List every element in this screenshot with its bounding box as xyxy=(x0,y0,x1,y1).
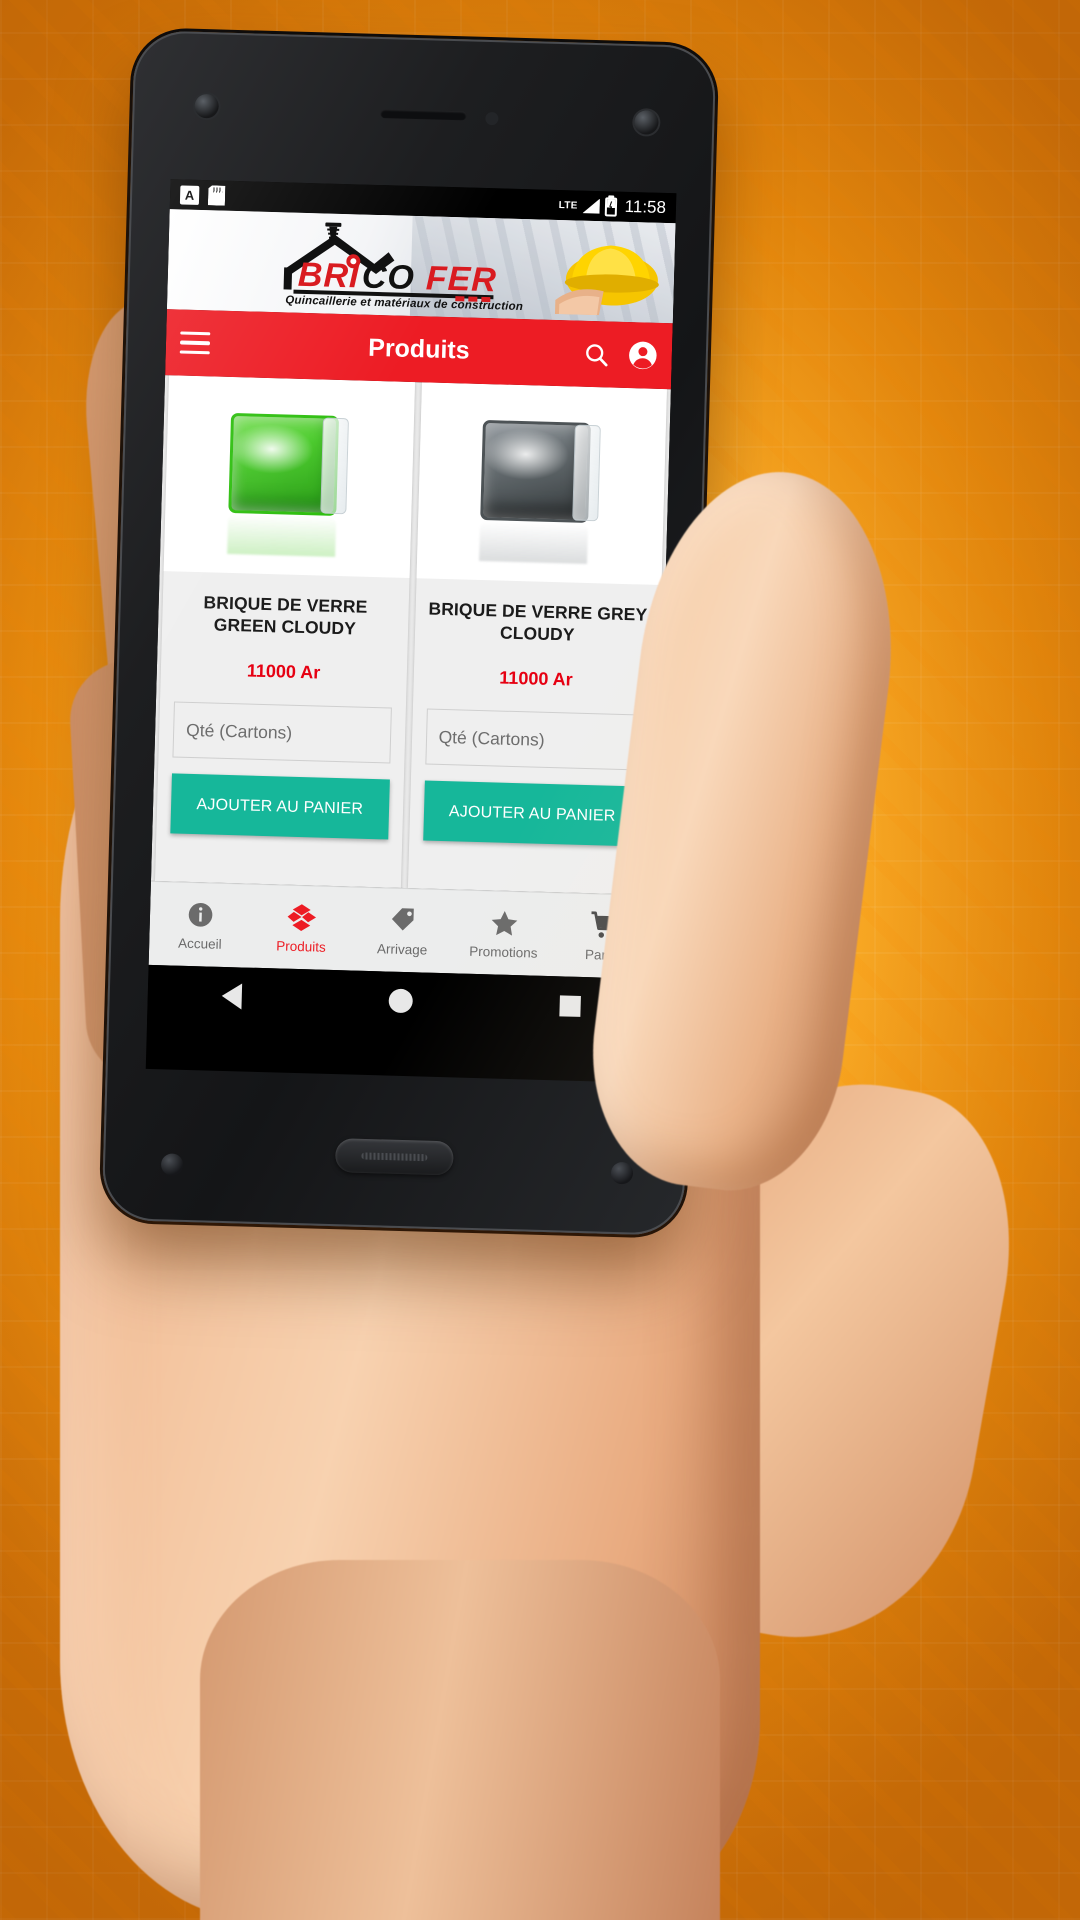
account-circle-icon[interactable] xyxy=(627,340,658,371)
star-icon xyxy=(489,906,519,939)
sd-card-icon xyxy=(208,185,226,205)
nav-item-arrivage[interactable]: Arrivage xyxy=(351,903,454,959)
quantity-input[interactable] xyxy=(185,719,378,747)
green-glass-brick-icon xyxy=(223,412,354,557)
hand-wrist xyxy=(200,1560,720,1920)
quantity-input[interactable] xyxy=(438,726,631,754)
phone-screen: A LTE 11:58 BRI CO FER Quincaillerie et … xyxy=(145,179,677,1083)
safety-helmet-image xyxy=(554,245,659,316)
product-name: BRIQUE DE VERRE GREEN CLOUDY xyxy=(203,592,368,639)
product-price: 11000 Ar xyxy=(499,667,573,690)
bottom-screw-left xyxy=(160,1153,184,1176)
product-card[interactable]: BRIQUE DE VERRE GREEN CLOUDY 11000 Ar AJ… xyxy=(154,375,415,888)
nav-item-produits[interactable]: Produits xyxy=(250,900,353,956)
nav-label: Promotions xyxy=(468,943,538,961)
search-icon[interactable] xyxy=(582,340,610,368)
nav-label: Produits xyxy=(276,938,326,955)
earpiece-speaker xyxy=(380,109,467,121)
home-circle-icon[interactable] xyxy=(387,988,413,1014)
home-button[interactable] xyxy=(334,1138,454,1176)
svg-text:FER: FER xyxy=(425,259,497,299)
back-triangle-icon[interactable] xyxy=(220,982,242,1010)
secondary-camera-icon xyxy=(634,110,659,135)
screenshot-icon: A xyxy=(179,184,200,205)
status-clock: 11:58 xyxy=(624,196,667,218)
quantity-field[interactable] xyxy=(172,701,392,764)
svg-text:CO: CO xyxy=(361,257,415,296)
network-type-label: LTE xyxy=(558,199,578,212)
signal-strength-icon xyxy=(583,198,600,213)
battery-charging-icon xyxy=(604,196,617,217)
info-circle-icon xyxy=(187,898,215,931)
product-price: 11000 Ar xyxy=(246,660,321,683)
grey-glass-brick-icon xyxy=(476,419,607,564)
product-image xyxy=(163,375,415,578)
product-grid: BRIQUE DE VERRE GREEN CLOUDY 11000 Ar AJ… xyxy=(150,375,671,896)
front-camera-icon xyxy=(194,93,219,119)
add-to-cart-button[interactable]: AJOUTER AU PANIER xyxy=(170,773,390,840)
hamburger-menu-icon[interactable] xyxy=(179,331,211,355)
recents-square-icon[interactable] xyxy=(558,994,581,1017)
nav-label: Arrivage xyxy=(376,941,428,958)
products-boxes-icon xyxy=(287,901,317,934)
proximity-sensor-icon xyxy=(485,111,499,126)
nav-item-promotions[interactable]: Promotions xyxy=(453,905,556,961)
add-to-cart-button[interactable]: AJOUTER AU PANIER xyxy=(422,780,642,847)
bricofer-logo: BRI CO FER Quincaillerie et matériaux de… xyxy=(269,218,541,313)
nav-label: Accueil xyxy=(177,935,222,952)
bottom-navigation: Accueil Produits Arrivage Promotions xyxy=(148,880,657,979)
product-image xyxy=(416,382,667,586)
product-name: BRIQUE DE VERRE GREY CLOUDY xyxy=(428,598,648,645)
bottom-screw-right xyxy=(610,1161,634,1185)
brand-banner: BRI CO FER Quincaillerie et matériaux de… xyxy=(166,209,676,324)
quantity-field[interactable] xyxy=(424,708,644,771)
nav-item-accueil[interactable]: Accueil xyxy=(149,897,252,953)
app-toolbar: Produits xyxy=(165,309,673,390)
tag-icon xyxy=(389,904,418,937)
